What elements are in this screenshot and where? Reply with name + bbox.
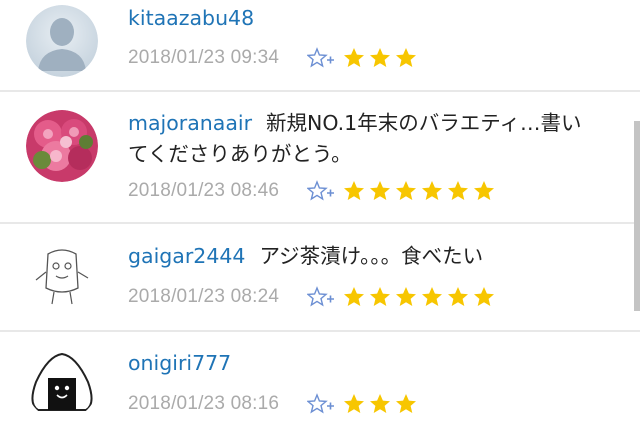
star-icon bbox=[448, 287, 469, 306]
comment-date: 2018/01/23 09:34 bbox=[128, 47, 280, 68]
star-icon bbox=[344, 48, 365, 67]
comment-date: 2018/01/23 08:16 bbox=[128, 393, 280, 414]
star-icon bbox=[344, 181, 365, 200]
avatar[interactable] bbox=[26, 348, 98, 420]
star-plus-icon[interactable] bbox=[307, 393, 335, 415]
comment-item: kitaazabu48 2018/01/23 09:34 bbox=[0, 0, 640, 88]
star-icon bbox=[396, 181, 417, 200]
star-icon bbox=[474, 181, 495, 200]
star-icon bbox=[370, 181, 391, 200]
comment-header: onigiri777 bbox=[128, 349, 231, 377]
star-plus-icon[interactable] bbox=[307, 47, 335, 69]
doodle-character bbox=[26, 240, 98, 312]
rose-photo bbox=[26, 110, 98, 182]
comment-item: onigiri777 2018/01/23 08:16 bbox=[0, 332, 640, 425]
username-link[interactable]: gaigar2444 bbox=[128, 244, 245, 268]
comment-meta: 2018/01/23 08:24 bbox=[128, 282, 499, 312]
star-icon bbox=[344, 287, 365, 306]
username-link[interactable]: onigiri777 bbox=[128, 351, 231, 375]
avatar[interactable] bbox=[26, 5, 98, 77]
comment-date: 2018/01/23 08:24 bbox=[128, 286, 280, 307]
star-icon bbox=[422, 181, 443, 200]
comment-item: majoranaair 新規NO.1年末のバラエティ…書い てくださりありがとう。… bbox=[0, 92, 640, 208]
comment-date: 2018/01/23 08:46 bbox=[128, 180, 280, 201]
star-icon bbox=[396, 287, 417, 306]
comment-text-continued: てくださりありがとう。 bbox=[128, 142, 352, 166]
star-icon bbox=[370, 48, 391, 67]
comment-header: kitaazabu48 bbox=[128, 4, 254, 32]
star-icon bbox=[448, 181, 469, 200]
star-icon bbox=[396, 48, 417, 67]
avatar[interactable] bbox=[26, 240, 98, 312]
comment-meta: 2018/01/23 08:46 bbox=[128, 176, 499, 206]
comment-header: gaigar2444 アジ茶漬け。。。食べたい bbox=[128, 242, 483, 270]
comment-text: 新規NO.1年末のバラエティ…書い bbox=[266, 111, 582, 135]
star-icon bbox=[474, 287, 495, 306]
comment-text: アジ茶漬け。。。食べたい bbox=[259, 244, 484, 268]
rating-stars bbox=[343, 393, 421, 415]
star-icon bbox=[370, 287, 391, 306]
rating-stars bbox=[343, 47, 421, 69]
star-icon bbox=[370, 394, 391, 413]
username-link[interactable]: kitaazabu48 bbox=[128, 6, 254, 30]
comment-item: gaigar2444 アジ茶漬け。。。食べたい 2018/01/23 08:24 bbox=[0, 224, 640, 328]
onigiri-icon bbox=[26, 348, 98, 420]
comment-meta: 2018/01/23 08:16 bbox=[128, 389, 421, 419]
star-plus-icon[interactable] bbox=[307, 286, 335, 308]
comment-meta: 2018/01/23 09:34 bbox=[128, 43, 421, 73]
rating-stars bbox=[343, 286, 499, 308]
star-icon bbox=[422, 287, 443, 306]
avatar[interactable] bbox=[26, 110, 98, 182]
scrollbar[interactable] bbox=[634, 121, 640, 311]
star-plus-icon[interactable] bbox=[307, 180, 335, 202]
default-person-icon bbox=[26, 5, 98, 77]
rating-stars bbox=[343, 180, 499, 202]
star-icon bbox=[396, 394, 417, 413]
comment-header: majoranaair 新規NO.1年末のバラエティ…書い bbox=[128, 109, 581, 137]
username-link[interactable]: majoranaair bbox=[128, 111, 252, 135]
star-icon bbox=[344, 394, 365, 413]
